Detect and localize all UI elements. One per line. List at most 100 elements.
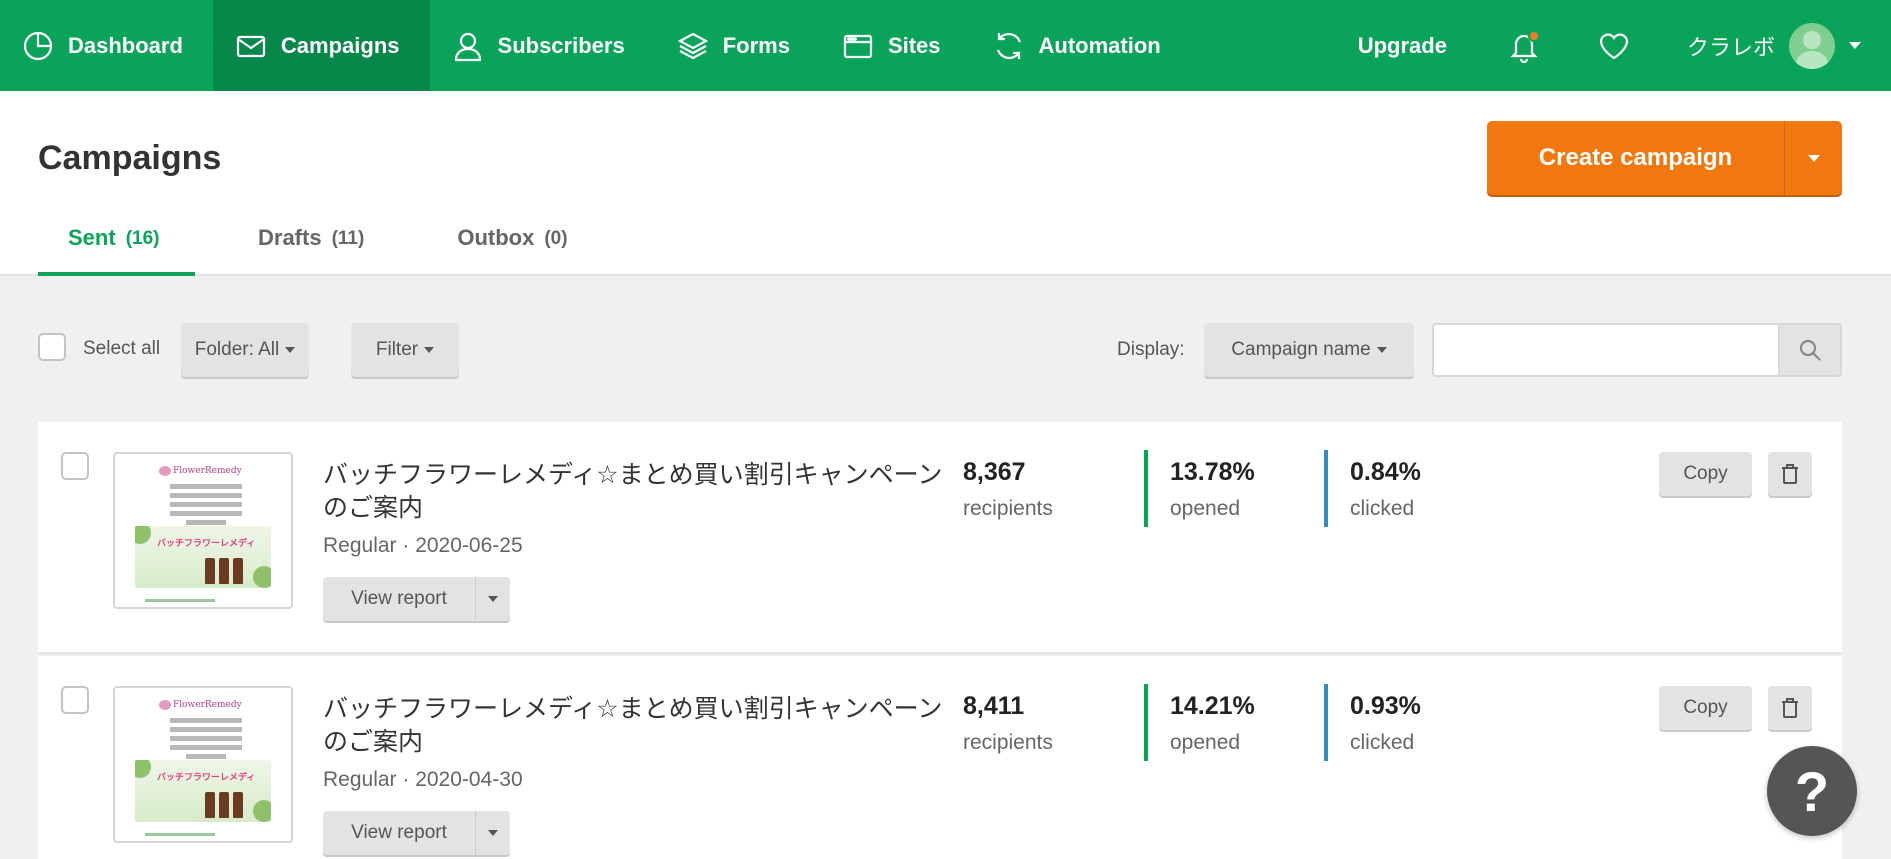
list-toolbar: Select all Folder: All Filter Display: C… [38, 323, 1842, 377]
view-report-group: View report [323, 811, 510, 855]
clicked-value: 0.93% [1350, 692, 1421, 720]
campaign-row: FlowerRemedy バッチフラワーレメディ バッチフラワーレメディ☆まとめ… [38, 656, 1842, 859]
create-campaign-group: Create campaign [1487, 121, 1842, 195]
copy-button[interactable]: Copy [1659, 686, 1752, 730]
bottle-image [219, 558, 229, 584]
folder-dropdown[interactable]: Folder: All [181, 323, 309, 377]
tab-drafts[interactable]: Drafts (11) [228, 221, 394, 276]
delete-button[interactable] [1768, 452, 1812, 496]
flower-icon [159, 466, 171, 476]
page-header: Campaigns Create campaign Sent (16) Draf… [0, 91, 1891, 276]
create-campaign-button[interactable]: Create campaign [1487, 121, 1784, 195]
search-input[interactable] [1432, 323, 1780, 377]
tab-label: Drafts [258, 225, 322, 250]
recipients-stat: 8,367 recipients [963, 450, 1053, 527]
refresh-icon [996, 32, 1021, 59]
trash-icon [1782, 698, 1798, 718]
campaign-thumbnail[interactable]: FlowerRemedy バッチフラワーレメディ [113, 686, 293, 843]
view-report-dropdown[interactable] [475, 577, 510, 621]
tab-count: (0) [544, 228, 568, 249]
tab-count: (11) [331, 228, 365, 249]
top-navigation: Dashboard Campaigns Subscribers Forms Si… [0, 0, 1891, 91]
page-title: Campaigns [38, 139, 222, 177]
chevron-down-icon [488, 830, 498, 836]
trash-icon [1782, 464, 1798, 484]
campaign-meta: Regular · 2020-06-25 [323, 534, 523, 557]
search-button[interactable] [1780, 323, 1842, 377]
bottle-image [233, 792, 243, 818]
banner-text: バッチフラワーレメディ [157, 773, 256, 783]
upgrade-link[interactable]: Upgrade [1358, 33, 1447, 59]
nav-item-forms[interactable]: Forms [655, 0, 820, 91]
nav-label: Sites [887, 32, 941, 58]
folder-label: Folder: All [194, 339, 280, 360]
chevron-down-icon [1807, 154, 1820, 162]
opened-stat: 14.21% opened [1144, 684, 1255, 761]
nav-label: Subscribers [497, 32, 625, 58]
create-campaign-dropdown[interactable] [1784, 121, 1842, 195]
thumbnail-text-block [170, 484, 242, 529]
campaign-title[interactable]: バッチフラワーレメディ☆まとめ買い割引キャンペーンのご案内 [323, 458, 963, 524]
row-checkbox[interactable] [61, 686, 89, 714]
avatar [1789, 22, 1835, 69]
tab-sent[interactable]: Sent (16) [38, 221, 195, 276]
leaf-decoration [135, 526, 151, 544]
search-icon [1799, 339, 1821, 361]
help-button[interactable]: ? [1767, 746, 1857, 836]
campaign-tabs: Sent (16) Drafts (11) Outbox (0) [38, 221, 598, 276]
thumbnail-logo: FlowerRemedy [173, 700, 242, 710]
user-menu[interactable]: クラレボ [1686, 22, 1861, 69]
thumbnail-banner: バッチフラワーレメディ [135, 526, 271, 588]
campaign-title[interactable]: バッチフラワーレメディ☆まとめ買い割引キャンペーンのご案内 [323, 692, 963, 758]
banner-text: バッチフラワーレメディ [157, 539, 256, 549]
delete-button[interactable] [1768, 686, 1812, 730]
row-checkbox[interactable] [61, 452, 89, 480]
display-dropdown[interactable]: Campaign name [1204, 323, 1414, 377]
filter-dropdown[interactable]: Filter [351, 323, 459, 377]
user-icon [454, 32, 481, 61]
campaign-thumbnail[interactable]: FlowerRemedy バッチフラワーレメディ [113, 452, 293, 609]
clicked-stat: 0.84% clicked [1324, 450, 1421, 527]
layers-icon [677, 32, 709, 59]
nav-item-campaigns[interactable]: Campaigns [212, 0, 430, 91]
browser-window-icon [843, 34, 873, 58]
leaf-decoration [135, 760, 151, 778]
copy-button[interactable]: Copy [1659, 452, 1752, 496]
chevron-down-icon [285, 347, 296, 353]
nav-item-dashboard[interactable]: Dashboard [0, 0, 213, 91]
thumbnail-text-block [170, 718, 242, 763]
bottle-image [233, 558, 243, 584]
leaf-decoration [253, 800, 271, 822]
view-report-button[interactable]: View report [323, 577, 475, 621]
recipients-stat: 8,411 recipients [963, 684, 1053, 761]
chevron-down-icon [1376, 347, 1387, 353]
user-name: クラレボ [1686, 34, 1775, 60]
nav-item-sites[interactable]: Sites [820, 0, 971, 91]
thumbnail-banner: バッチフラワーレメディ [135, 760, 271, 822]
notification-dot [1527, 29, 1540, 42]
clicked-label: clicked [1350, 731, 1415, 754]
opened-label: opened [1170, 731, 1241, 754]
envelope-icon [236, 35, 266, 57]
heart-icon [1599, 32, 1629, 59]
display-label: Display: [1117, 339, 1185, 360]
campaign-meta: Regular · 2020-04-30 [323, 768, 523, 791]
view-report-dropdown[interactable] [475, 811, 510, 855]
view-report-button[interactable]: View report [323, 811, 475, 855]
nav-label: Automation [1038, 32, 1161, 58]
display-value: Campaign name [1231, 339, 1371, 360]
help-question-icon: ? [1794, 759, 1830, 823]
tab-outbox[interactable]: Outbox (0) [427, 221, 597, 276]
favorites-button[interactable] [1597, 29, 1631, 63]
tab-label: Outbox [457, 225, 535, 250]
filter-label: Filter [375, 339, 419, 360]
nav-item-automation[interactable]: Automation [971, 0, 1191, 91]
clicked-label: clicked [1350, 497, 1415, 520]
nav-item-subscribers[interactable]: Subscribers [430, 0, 655, 91]
nav-label: Dashboard [68, 32, 183, 58]
notifications-button[interactable] [1507, 29, 1541, 63]
campaign-row: FlowerRemedy バッチフラワーレメディ バッチフラワーレメディ☆まとめ… [38, 422, 1842, 654]
thumbnail-footer [145, 599, 215, 602]
select-all-checkbox[interactable] [38, 333, 66, 361]
tab-label: Sent [68, 225, 116, 250]
